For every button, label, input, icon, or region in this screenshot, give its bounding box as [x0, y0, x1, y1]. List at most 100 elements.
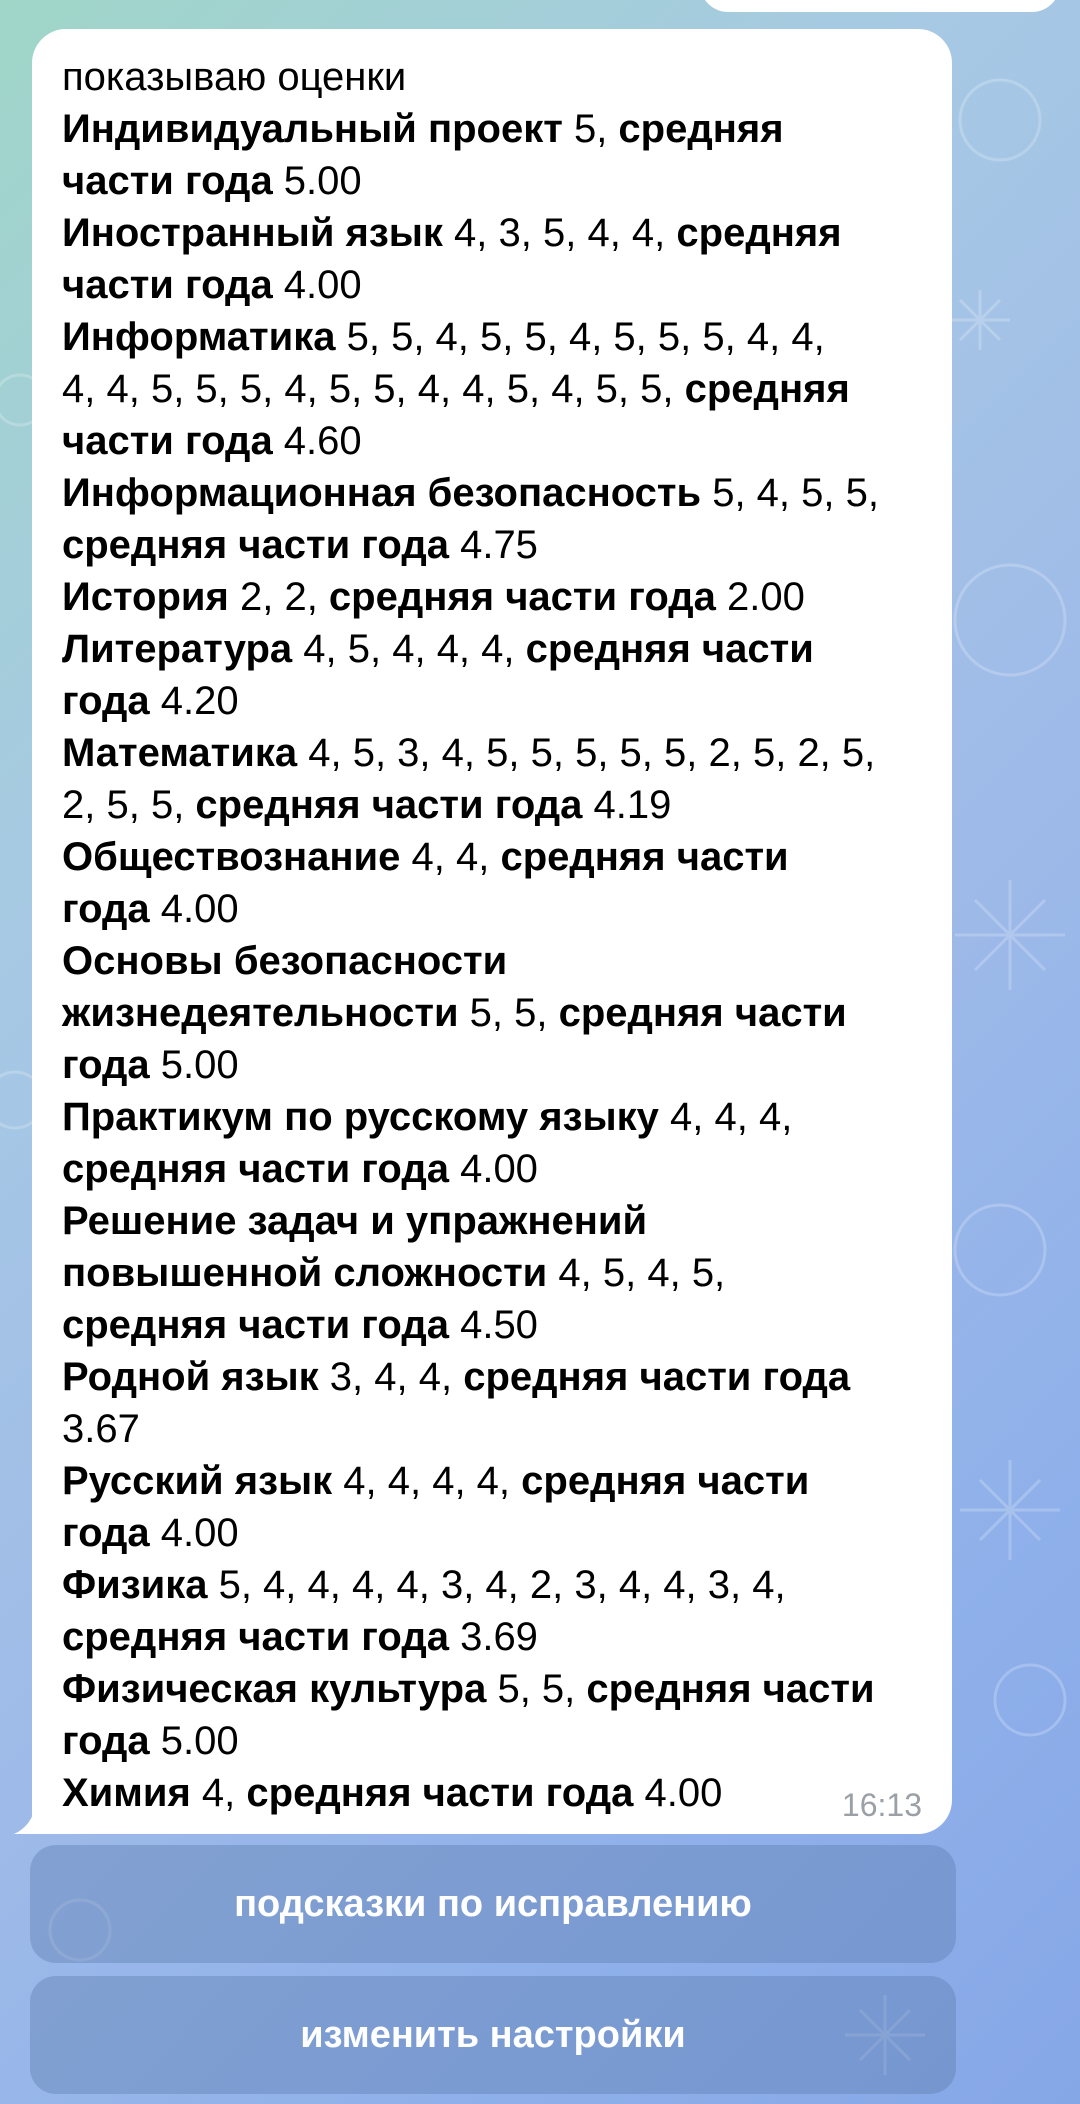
grades-line: средняя части года 4.50 — [62, 1299, 914, 1351]
line-values: 4.00 — [283, 263, 362, 307]
line-values: 4.20 — [160, 679, 239, 723]
line-label-bold: средняя — [676, 211, 842, 255]
line-values: 5.00 — [283, 159, 362, 203]
grades-line: Решение задач и упражнений — [62, 1195, 914, 1247]
grades-line: Практикум по русскому языку 4, 4, 4, — [62, 1091, 914, 1143]
line-label-bold: средняя части — [500, 835, 789, 879]
message-bubble[interactable]: показываю оценки Индивидуальный проект 5… — [32, 29, 952, 1834]
line-values: 4.00 — [160, 887, 239, 931]
grades-line: История 2, 2, средняя части года 2.00 — [62, 571, 914, 623]
line-label-bold: части года — [62, 419, 284, 463]
line-values: 4.00 — [460, 1147, 538, 1191]
grades-line: повышенной сложности 4, 5, 4, 5, — [62, 1247, 914, 1299]
line-label-bold: Русский язык — [62, 1459, 333, 1503]
grades-line: средняя части года 4.00 — [62, 1143, 914, 1195]
grades-line: Индивидуальный проект 5, средняя — [62, 103, 914, 155]
line-label-bold: средняя части — [558, 991, 847, 1035]
line-values: 5, 5, — [486, 1667, 587, 1711]
line-label-bold: Индивидуальный проект — [62, 107, 563, 151]
line-values: 4, 4, — [400, 835, 501, 879]
line-label-bold: средняя части — [525, 627, 814, 671]
line-label-bold: средняя части года — [62, 523, 461, 567]
line-values: 4.60 — [283, 419, 362, 463]
grades-line: Иностранный язык 4, 3, 5, 4, 4, средняя — [62, 207, 914, 259]
line-label-bold: Практикум по русскому языку — [62, 1095, 659, 1139]
line-values: 5, 5, 4, 5, 5, 4, 5, 5, 5, 4, 4, — [335, 315, 825, 359]
line-values: 4, 4, 4, — [658, 1095, 793, 1139]
line-label-bold: Обществознание — [62, 835, 401, 879]
grades-line: средняя части года 3.69 — [62, 1611, 914, 1663]
line-label-bold: Математика — [62, 731, 298, 775]
line-label-bold: Физика — [62, 1563, 208, 1607]
line-values: 5, 4, 4, 4, 4, 3, 4, 2, 3, 4, 4, 3, 4, — [207, 1563, 786, 1607]
line-values: 5, 5, — [458, 991, 559, 1035]
grades-line: Физическая культура 5, 5, средняя части — [62, 1663, 914, 1715]
line-label-bold: средняя части — [586, 1667, 875, 1711]
grades-line: Информационная безопасность 5, 4, 5, 5, — [62, 467, 914, 519]
line-label-bold: части года — [62, 263, 284, 307]
line-label-bold: жизнедеятельности — [62, 991, 459, 1035]
grades-line: части года 4.60 — [62, 415, 914, 467]
grades-line: Химия 4, средняя части года 4.00 — [62, 1767, 914, 1819]
grades-line: 4, 4, 5, 5, 5, 4, 5, 5, 4, 4, 5, 4, 5, 5… — [62, 363, 914, 415]
line-values: 4.19 — [593, 783, 672, 827]
line-label-bold: Иностранный язык — [62, 211, 443, 255]
line-values: 4, 3, 5, 4, 4, — [442, 211, 677, 255]
hints-button[interactable]: подсказки по исправлению — [30, 1845, 956, 1963]
line-values: 4, 4, 4, 4, — [332, 1459, 522, 1503]
change-settings-button[interactable]: изменить настройки — [30, 1976, 956, 2094]
grades-line: Русский язык 4, 4, 4, 4, средняя части — [62, 1455, 914, 1507]
line-values: 4, — [190, 1771, 247, 1815]
line-values: 4, 4, 5, 5, 5, 4, 5, 5, 4, 4, 5, 4, 5, 5… — [62, 367, 685, 411]
grades-line: Математика 4, 5, 3, 4, 5, 5, 5, 5, 5, 2,… — [62, 727, 914, 779]
line-label-bold: Физическая культура — [62, 1667, 487, 1711]
line-label-bold: средняя части года — [62, 1303, 461, 1347]
line-values: 2, 2, — [228, 575, 329, 619]
grades-line: Обществознание 4, 4, средняя части — [62, 831, 914, 883]
grades-line: года 4.00 — [62, 1507, 914, 1559]
grades-list: Индивидуальный проект 5, средняя части го… — [62, 103, 914, 1819]
grades-line: 2, 5, 5, средняя части года 4.19 — [62, 779, 914, 831]
line-label-bold: года — [62, 679, 161, 723]
grades-line: года 5.00 — [62, 1039, 914, 1091]
line-values: 4.50 — [460, 1303, 538, 1347]
line-label-bold: Основы безопасности — [62, 939, 508, 983]
line-label-bold: средняя — [618, 107, 784, 151]
line-label-bold: Информационная безопасность — [62, 471, 702, 515]
message-intro: показываю оценки — [62, 55, 407, 99]
line-label-bold: средняя части года — [195, 783, 594, 827]
line-label-bold: средняя — [684, 367, 850, 411]
line-label-bold: Решение задач и упражнений — [62, 1199, 648, 1243]
line-label-bold: повышенной сложности — [62, 1251, 548, 1295]
grades-line: Основы безопасности — [62, 935, 914, 987]
line-values: 2, 5, 5, — [62, 783, 196, 827]
line-values: 3.67 — [62, 1407, 140, 1451]
line-label-bold: Химия — [62, 1771, 191, 1815]
line-label-bold: средняя части года — [463, 1355, 851, 1399]
grades-line: жизнедеятельности 5, 5, средняя части — [62, 987, 914, 1039]
grades-line: Родной язык 3, 4, 4, средняя части года — [62, 1351, 914, 1403]
line-values: 4.75 — [460, 523, 538, 567]
line-label-bold: средняя части — [521, 1459, 810, 1503]
line-label-bold: года — [62, 1043, 161, 1087]
line-label-bold: средняя части года — [246, 1771, 645, 1815]
line-label-bold: части года — [62, 159, 284, 203]
grades-line: года 4.20 — [62, 675, 914, 727]
line-values: 4, 5, 4, 5, — [547, 1251, 726, 1295]
line-values: 5, — [562, 107, 619, 151]
line-values: 5.00 — [160, 1719, 239, 1763]
grades-line: года 5.00 — [62, 1715, 914, 1767]
grades-line: Информатика 5, 5, 4, 5, 5, 4, 5, 5, 5, 4… — [62, 311, 914, 363]
line-values: 4, 5, 3, 4, 5, 5, 5, 5, 5, 2, 5, 2, 5, — [297, 731, 876, 775]
line-values: 2.00 — [727, 575, 805, 619]
grades-line: части года 5.00 — [62, 155, 914, 207]
line-values: 3, 4, 4, — [318, 1355, 464, 1399]
line-label-bold: Родной язык — [62, 1355, 319, 1399]
line-values: 3.69 — [460, 1615, 538, 1659]
message-time: 16:13 — [841, 1787, 922, 1823]
grades-line: части года 4.00 — [62, 259, 914, 311]
previous-message-bubble-edge — [700, 0, 1060, 12]
line-values: 4, 5, 4, 4, 4, — [292, 627, 526, 671]
grades-line: Физика 5, 4, 4, 4, 4, 3, 4, 2, 3, 4, 4, … — [62, 1559, 914, 1611]
line-label-bold: История — [62, 575, 229, 619]
